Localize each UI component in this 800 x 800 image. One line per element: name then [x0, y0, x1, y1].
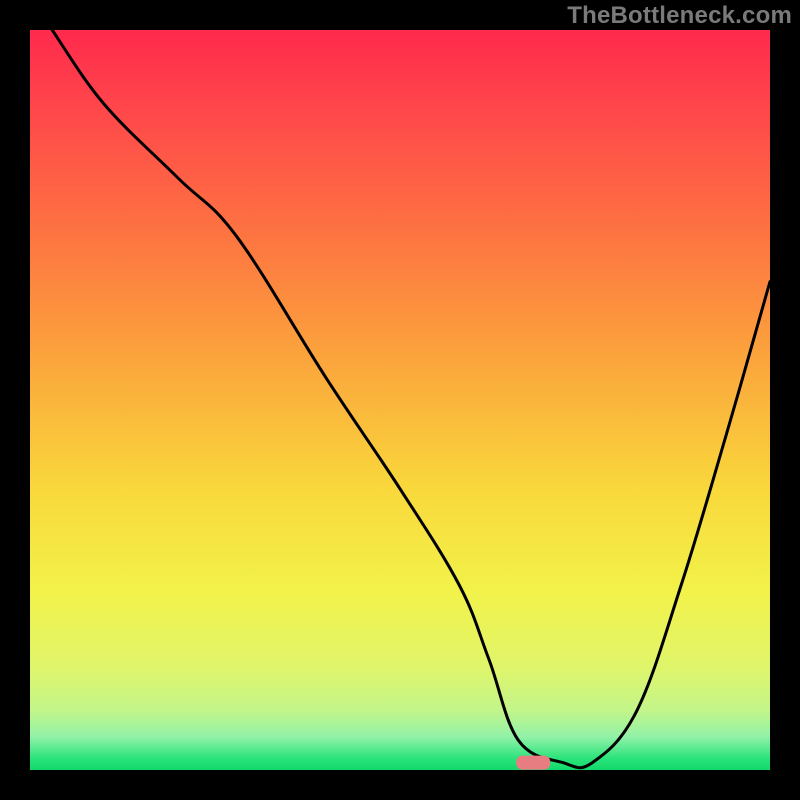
- optimum-marker: [516, 756, 550, 770]
- chart-frame: { "watermark": "TheBottleneck.com", "cha…: [0, 0, 800, 800]
- bottleneck-chart: [0, 0, 800, 800]
